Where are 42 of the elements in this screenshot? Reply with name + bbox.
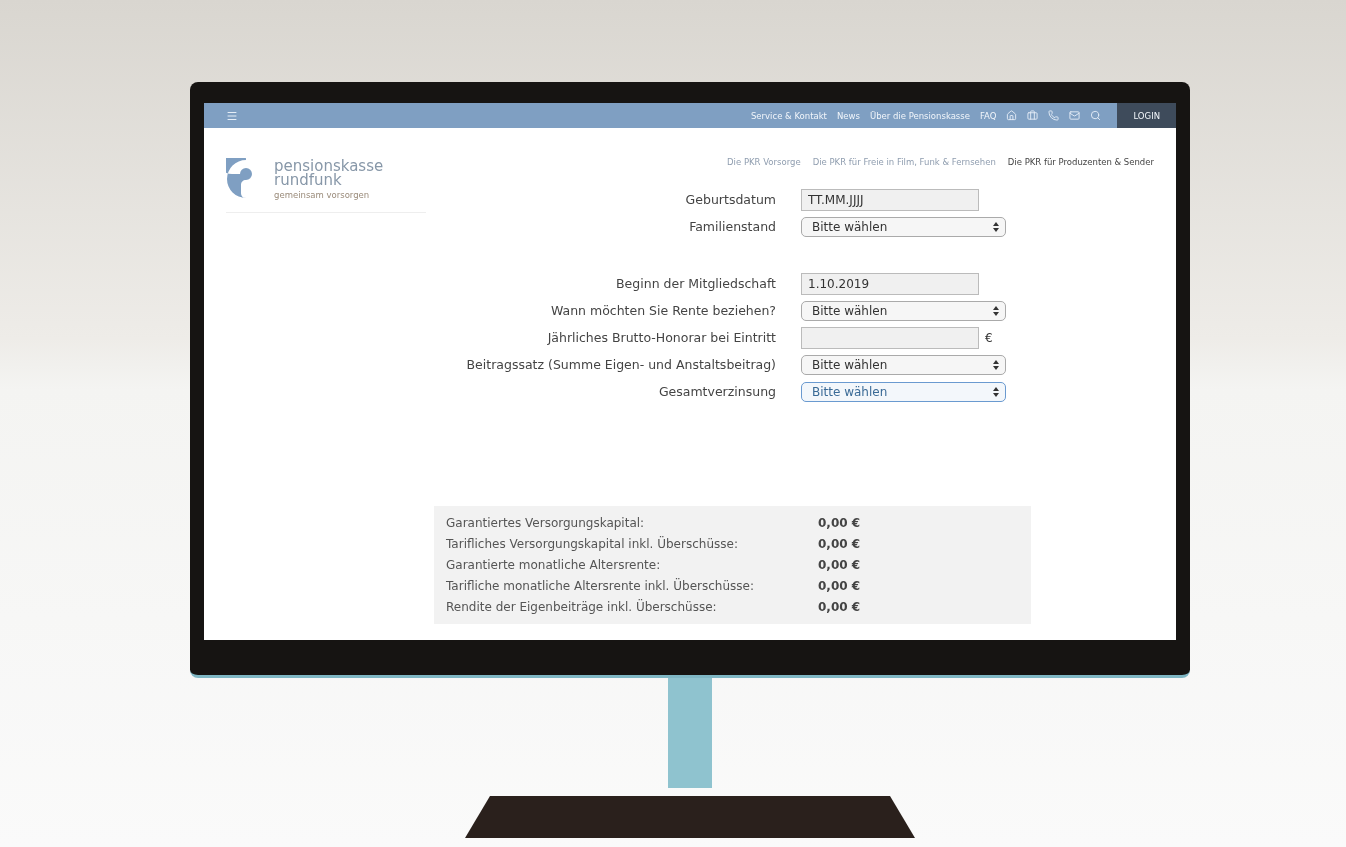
sub-navigation-link[interactable]: Die PKR Vorsorge: [727, 157, 801, 167]
field-label: Gesamtverzinsung: [657, 383, 776, 401]
result-value: 0,00 €: [818, 599, 862, 616]
logo-tagline: gemeinsam vorsorgen: [274, 189, 371, 200]
field-label: Geburtsdatum: [684, 191, 776, 209]
up-down-arrows-icon: [993, 305, 999, 316]
sub-navigation-link[interactable]: Die PKR für Freie in Film, Funk & Fernsehen: [812, 157, 996, 167]
field-label: Familienstand: [688, 218, 776, 236]
currency-unit: €: [985, 330, 993, 345]
phone-icon[interactable]: [1048, 110, 1060, 121]
input-field[interactable]: [801, 326, 979, 349]
result-value: 0,00 €: [818, 536, 862, 553]
field-label: Wann möchten Sie Rente beziehen?: [549, 302, 776, 320]
result-label: Rendite der Eigenbeiträge inkl. Überschüsse:: [446, 598, 718, 616]
input-field[interactable]: 1.10.2019: [801, 272, 979, 295]
result-value: 0,00 €: [818, 578, 862, 595]
result-label: Tarifliches Versorgungskapital inkl. Überschüsse:: [446, 535, 739, 553]
login-button[interactable]: LOGIN: [1117, 103, 1176, 128]
field-label: Beitragssatz (Summe Eigen- und Anstaltsbeitrag): [465, 356, 776, 374]
up-down-arrows-icon: [993, 359, 999, 370]
result-value: 0,00 €: [818, 557, 862, 574]
result-label: Tarifliche monatliche Altersrente inkl. Überschüsse:: [446, 577, 755, 595]
search-icon[interactable]: [1090, 110, 1102, 121]
result-label: Garantiertes Versorgungskapital:: [446, 515, 646, 532]
mail-icon[interactable]: [1069, 110, 1081, 121]
dropdown-field[interactable]: Bitte wählen: [801, 381, 1006, 402]
sub-navigation-link[interactable]: Die PKR für Produzenten & Sender: [1007, 157, 1154, 167]
menu-icon[interactable]: [226, 109, 238, 122]
logo-text: pensionskasse: [274, 158, 384, 173]
logo-text: rundfunk: [274, 172, 342, 187]
up-down-arrows-icon: [993, 386, 999, 397]
up-down-arrows-icon: [993, 221, 999, 232]
field-label: Beginn der Mitgliedschaft: [615, 275, 776, 293]
result-value: 0,00 €: [818, 515, 862, 532]
dropdown-field[interactable]: Bitte wählen: [801, 216, 1006, 237]
field-label: Jährliches Brutto-Honorar bei Eintritt: [546, 329, 776, 347]
result-label: Garantierte monatliche Altersrente:: [446, 557, 662, 574]
briefcase-icon[interactable]: [1027, 110, 1039, 121]
dropdown-field[interactable]: Bitte wählen: [801, 354, 1006, 375]
house-icon[interactable]: [1006, 110, 1018, 121]
dropdown-field[interactable]: Bitte wählen: [801, 300, 1006, 321]
input-field[interactable]: TT.MM.JJJJ: [801, 188, 979, 211]
